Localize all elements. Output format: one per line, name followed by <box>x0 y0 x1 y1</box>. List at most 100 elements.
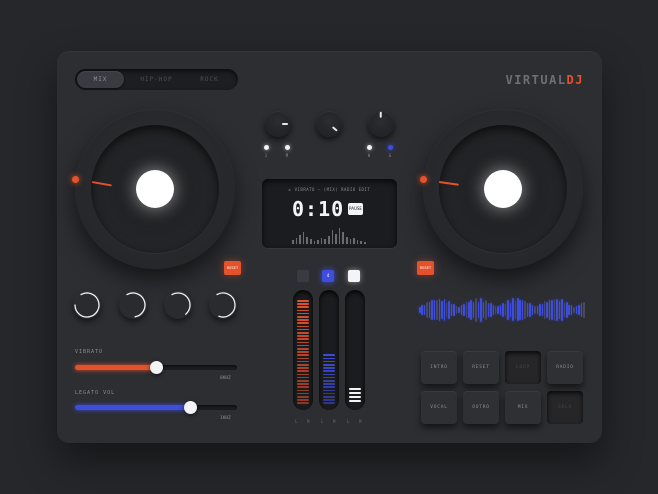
waveform-bar <box>482 302 485 318</box>
channel-g-led[interactable] <box>388 145 393 150</box>
logo-virtual: VIRTUAL <box>505 73 567 87</box>
fader-level-bar <box>297 386 309 388</box>
vibrato-slider[interactable] <box>75 361 237 374</box>
tab-hip-hop[interactable]: HIP-HOP <box>133 71 180 88</box>
fader-level-bar <box>297 335 309 337</box>
waveform-bar <box>475 298 477 322</box>
waveform-bar <box>524 300 526 320</box>
tab-mix[interactable]: MIX <box>77 71 124 88</box>
fader-level-bar <box>297 360 309 363</box>
waveform-bar <box>480 298 482 322</box>
effect-knob-1[interactable] <box>73 291 101 319</box>
left-turntable[interactable] <box>75 109 235 269</box>
waveform-bar <box>521 300 524 320</box>
waveform-bar <box>470 299 472 321</box>
waveform-bar <box>548 299 551 321</box>
pad-reset-button[interactable]: RESET <box>463 351 499 384</box>
fader-label: M <box>307 419 310 424</box>
fader-level-bar <box>323 370 335 372</box>
spectrum-bar <box>328 236 330 244</box>
spectrum-bar <box>302 232 305 244</box>
app-logo: VIRTUALDJ <box>505 73 584 87</box>
left-reset-button[interactable]: RESET <box>224 261 241 275</box>
pad-intro-button[interactable]: INTRO <box>421 351 457 384</box>
right-reset-button[interactable]: RESET <box>417 261 434 275</box>
spectrum-bar <box>360 241 362 244</box>
spectrum-bar <box>346 237 348 244</box>
left-platter-hub <box>136 170 174 208</box>
spectrum-visualizer <box>292 222 367 244</box>
pad-outro-button[interactable]: OUTRO <box>463 391 499 424</box>
gain-knob-left[interactable] <box>265 111 291 137</box>
fader-level-bar <box>349 392 361 394</box>
fader-2[interactable] <box>319 290 339 410</box>
legato-slider-fill <box>75 405 191 410</box>
vibrato-slider-fill <box>75 365 156 370</box>
fader-level-bar <box>297 306 309 308</box>
fader-level-bar <box>297 331 309 334</box>
legato-slider[interactable] <box>75 401 237 414</box>
waveform-bar <box>543 301 546 319</box>
legato-slider-thumb[interactable] <box>184 401 198 414</box>
fader-level-bar <box>297 315 309 318</box>
channel-h-led[interactable] <box>367 145 372 150</box>
waveform-bar <box>485 300 487 320</box>
effect-knob-3[interactable] <box>164 291 192 319</box>
waveform-bar <box>556 298 558 322</box>
fader-level-bar <box>297 347 309 350</box>
channel-m-led[interactable] <box>285 145 290 150</box>
spectrum-bar <box>331 230 334 244</box>
pad-mix-button[interactable]: MIX <box>505 391 541 424</box>
waveform-bar <box>428 302 431 318</box>
fader-label: M <box>333 419 336 424</box>
fader-level-bar <box>297 325 309 328</box>
knob-ring-icon <box>126 292 146 318</box>
left-platter[interactable] <box>91 125 219 253</box>
waveform-bar <box>526 302 529 318</box>
pad-vocal-button[interactable]: VOCAL <box>421 391 457 424</box>
right-platter[interactable] <box>439 125 567 253</box>
channel-1-led[interactable] <box>264 145 269 150</box>
waveform-bar <box>499 305 502 315</box>
crossfade-knob[interactable] <box>316 111 342 137</box>
track-display: ► VIBRATO – (MIX) RADIO EDIT 0:10 PAUSE <box>262 179 397 248</box>
waveform-bar <box>504 303 507 317</box>
waveform-bar <box>514 301 517 319</box>
fader-3[interactable] <box>345 290 365 410</box>
tab-rock[interactable]: ROCK <box>186 71 233 88</box>
fader-1[interactable] <box>293 290 313 410</box>
waveform-bar <box>519 300 521 320</box>
gain-knob-right[interactable] <box>368 111 394 137</box>
waveform-display <box>419 286 587 334</box>
fader-level-bar <box>323 386 335 388</box>
fader-label: L <box>295 419 298 424</box>
fader-2-button[interactable]: 4 <box>322 270 334 282</box>
waveform-bar <box>492 304 494 316</box>
vibrato-slider-thumb[interactable] <box>150 361 163 374</box>
pad-solo-button[interactable]: SOLO <box>547 391 583 424</box>
fader-label: L <box>321 419 324 424</box>
pad-loop-button[interactable]: LOOP <box>505 351 541 384</box>
waveform-bar <box>419 307 421 313</box>
effect-knob-2[interactable] <box>119 291 147 319</box>
fader-level-bar <box>297 376 309 379</box>
waveform-bar <box>566 301 568 319</box>
waveform-bar <box>472 301 475 319</box>
waveform-bar <box>573 306 575 314</box>
fader-3-button[interactable] <box>348 270 360 282</box>
pause-button[interactable]: PAUSE <box>348 203 363 215</box>
waveform-bar <box>460 305 463 315</box>
knob-ring-icon <box>171 292 191 315</box>
fader-level-bar <box>297 383 309 385</box>
right-turntable[interactable] <box>423 109 583 269</box>
waveform-bar <box>539 304 541 316</box>
fader-1-button[interactable] <box>297 270 309 282</box>
effect-knob-4[interactable] <box>209 291 237 319</box>
pad-radio-button[interactable]: RADIO <box>547 351 583 384</box>
waveform-bar <box>509 302 512 318</box>
fader-level-bar <box>297 402 309 404</box>
fader-level-bar <box>297 328 309 331</box>
fader-level-bar <box>323 354 335 356</box>
waveform-bar <box>575 305 578 315</box>
waveform-bar <box>450 304 453 316</box>
